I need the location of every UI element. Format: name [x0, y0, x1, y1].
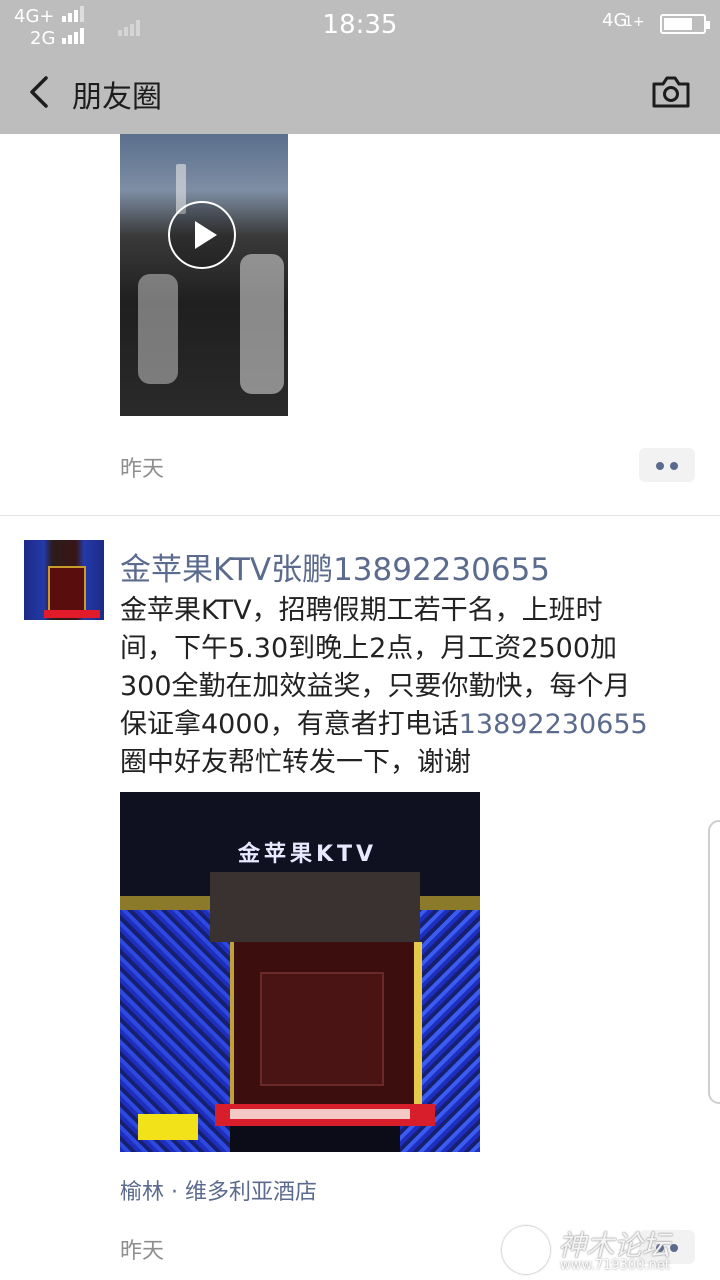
post-text-line: 间，下午5.30到晚上2点，月工资2500加 [120, 633, 618, 664]
phone-link[interactable]: 13892230655 [459, 709, 648, 740]
edge-scroll-handle[interactable] [708, 820, 720, 1104]
page-title: 朋友圈 [72, 80, 162, 115]
post-divider [0, 515, 720, 516]
play-icon[interactable] [168, 201, 236, 269]
video-person-2 [240, 254, 284, 394]
avatar[interactable] [24, 540, 104, 620]
watermark: 神木论坛 www.719300.net [500, 1222, 710, 1276]
post-text-line: 金苹果KTV，招聘假期工若干名，上班时 [120, 595, 603, 626]
battery-icon [660, 14, 710, 34]
post-text-line: 300全勤在加效益奖，只要你勤快，每个月 [120, 671, 631, 702]
video-person [138, 274, 178, 384]
location-link[interactable]: 榆林 · 维多利亚酒店 [120, 1174, 317, 1206]
post-time: 昨天 [120, 1239, 165, 1264]
photo-sign-text: 金苹果KTV [238, 842, 378, 867]
photo-red-sign-text [230, 1109, 410, 1119]
post-text-line: 保证拿4000，有意者打电话13892230655 [120, 706, 700, 744]
post-time: 昨天 [120, 457, 165, 482]
post-photo[interactable]: 金苹果KTV [120, 792, 480, 1152]
post-text: 金苹果KTV，招聘假期工若干名，上班时 间，下午5.30到晚上2点，月工资250… [120, 592, 700, 782]
watermark-logo-icon [502, 1226, 550, 1274]
photo-door [260, 972, 384, 1086]
watermark-url: www.719300.net [560, 1258, 670, 1273]
photo-yellow-sign [138, 1114, 198, 1140]
status-bar: 4G+ 2G 18:35 4G 1+ [0, 0, 720, 50]
avatar-door [48, 566, 86, 614]
header-bar: 朋友圈 [0, 50, 720, 134]
more-options-button[interactable] [639, 448, 695, 482]
avatar-sign [44, 610, 100, 618]
author-name[interactable]: 金苹果KTV张鹏13892230655 [120, 544, 550, 589]
post-text-line: 圈中好友帮忙转发一下，谢谢 [120, 747, 471, 778]
video-thumbnail[interactable] [120, 134, 288, 416]
camera-icon[interactable] [650, 72, 692, 112]
photo-canopy [210, 872, 420, 942]
network-sub-label: 1+ [624, 14, 645, 30]
post-text-prefix: 保证拿4000，有意者打电话 [120, 709, 459, 740]
back-chevron-icon[interactable] [22, 70, 62, 114]
